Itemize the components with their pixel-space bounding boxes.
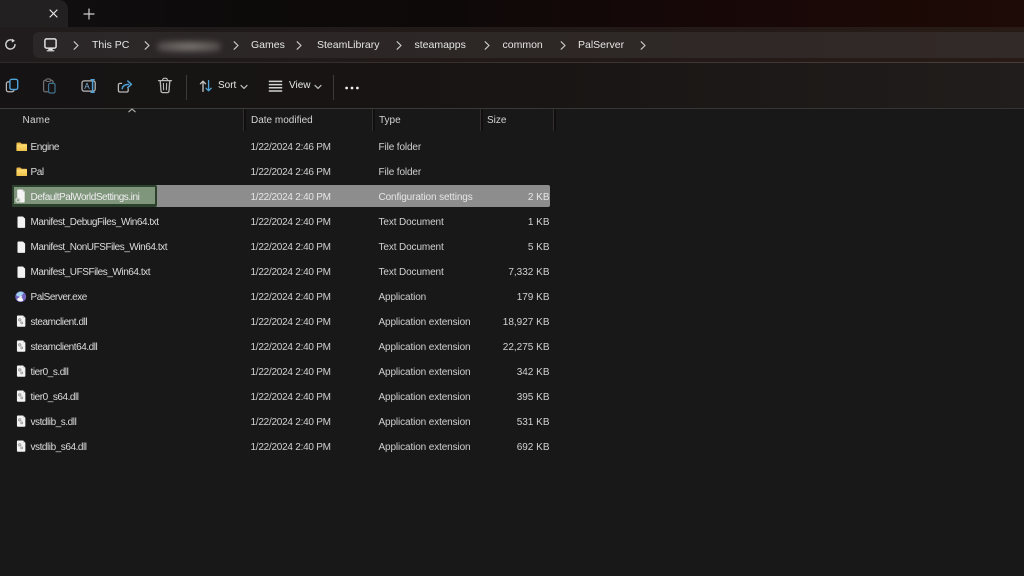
svg-text:A: A: [84, 82, 90, 91]
